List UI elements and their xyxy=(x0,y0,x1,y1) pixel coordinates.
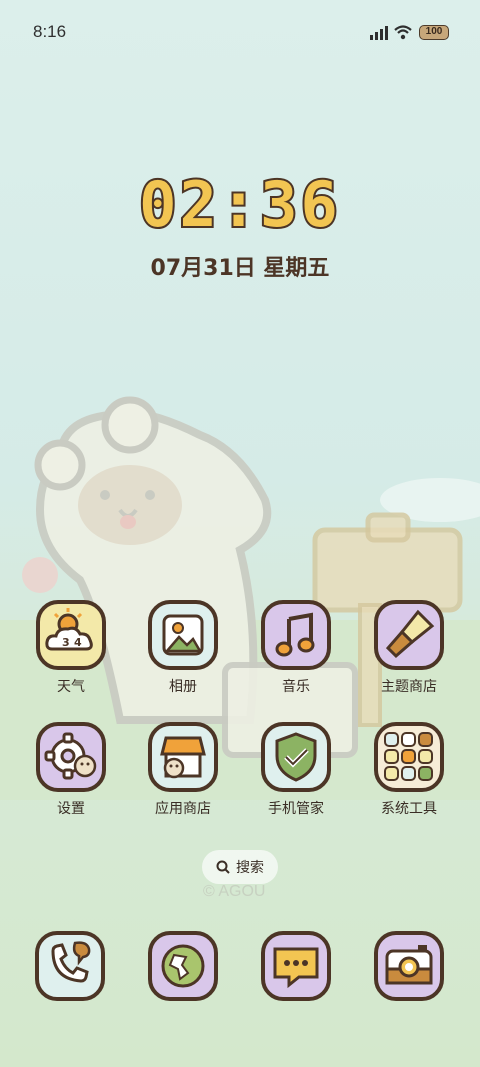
watermark: © AGOU xyxy=(203,883,266,900)
svg-text:4: 4 xyxy=(74,636,82,649)
dock-camera[interactable] xyxy=(374,931,444,1001)
app-settings[interactable]: 设置 xyxy=(21,722,121,818)
app-store-icon xyxy=(148,722,218,792)
shield-check-icon xyxy=(261,722,331,792)
app-label: 相册 xyxy=(169,679,197,695)
app-label: 应用商店 xyxy=(155,801,211,817)
camera-icon xyxy=(385,945,433,985)
app-label: 主题商店 xyxy=(381,679,437,695)
status-time: 8:16 xyxy=(33,22,67,41)
status-bar: 8:16 100 xyxy=(0,0,480,66)
app-label: 天气 xyxy=(57,679,85,695)
weather-icon: 3 4 xyxy=(36,600,106,670)
app-label: 系统工具 xyxy=(381,801,437,817)
phone-icon xyxy=(51,941,91,983)
search-icon xyxy=(216,860,230,874)
search-label: 搜索 xyxy=(236,860,264,876)
app-label: 手机管家 xyxy=(268,801,324,817)
theme-brush-icon xyxy=(374,600,444,670)
app-label: 音乐 xyxy=(282,679,310,695)
app-gallery[interactable]: 相册 xyxy=(133,600,233,696)
app-label: 设置 xyxy=(57,801,85,817)
music-icon xyxy=(261,600,331,670)
dock-phone[interactable] xyxy=(35,931,105,1001)
dock-browser[interactable] xyxy=(148,931,218,1001)
settings-gear-icon xyxy=(36,722,106,792)
app-music[interactable]: 音乐 xyxy=(246,600,346,696)
clock-date: 07月31日 星期五 xyxy=(150,256,330,281)
gallery-icon xyxy=(148,600,218,670)
app-weather[interactable]: 3 4 天气 xyxy=(21,600,121,696)
tools-folder-icon xyxy=(374,722,444,792)
clock-time: 02:36 xyxy=(137,168,341,242)
signal-icon xyxy=(370,26,388,40)
app-store[interactable]: 应用商店 xyxy=(133,722,233,818)
svg-text:3: 3 xyxy=(62,636,70,649)
messages-icon xyxy=(273,947,319,989)
browser-globe-icon xyxy=(161,944,205,988)
app-theme-store[interactable]: 主题商店 xyxy=(359,600,459,696)
app-phone-manager[interactable]: 手机管家 xyxy=(246,722,346,818)
app-system-tools[interactable]: 系统工具 xyxy=(359,722,459,818)
search-button[interactable]: 搜索 xyxy=(202,850,278,884)
dock-messages[interactable] xyxy=(261,931,331,1001)
wifi-icon xyxy=(394,25,412,40)
battery-indicator: 100 xyxy=(419,25,449,40)
